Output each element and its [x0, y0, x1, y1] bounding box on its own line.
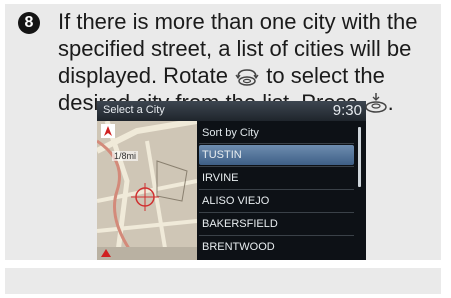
screen-clock: 9:30: [332, 102, 362, 119]
instruction-text: If there is more than one city with the …: [58, 8, 438, 116]
city-list-item[interactable]: IRVINE: [199, 168, 354, 188]
list-separator: [199, 166, 354, 167]
sort-by-city-option[interactable]: Sort by City: [202, 127, 259, 139]
map-scale: 1/8mi: [112, 151, 139, 161]
step-number-badge: 8: [18, 12, 40, 34]
rotate-dial-icon: [235, 69, 259, 86]
panel-divider: [5, 260, 441, 268]
city-list-item[interactable]: ALISO VIEJO: [199, 191, 354, 211]
list-separator: [199, 235, 354, 236]
map-view: [97, 121, 197, 260]
press-dial-icon: [364, 93, 387, 113]
screen-title: Select a City: [103, 104, 165, 116]
city-list-item[interactable]: BAKERSFIELD: [199, 214, 354, 234]
list-separator: [199, 189, 354, 190]
navigation-screen: Select a City 9:30 1/8mi Sort by City TU…: [97, 101, 366, 260]
step-number: 8: [24, 14, 34, 31]
list-separator: [199, 212, 354, 213]
city-list-item-selected[interactable]: TUSTIN: [199, 145, 354, 165]
city-list-item[interactable]: BRENTWOOD: [199, 237, 354, 257]
list-scrollbar[interactable]: [358, 127, 361, 187]
screen-header: Select a City 9:30: [97, 101, 366, 121]
instruction-end: .: [387, 90, 394, 115]
list-separator: [199, 143, 354, 144]
